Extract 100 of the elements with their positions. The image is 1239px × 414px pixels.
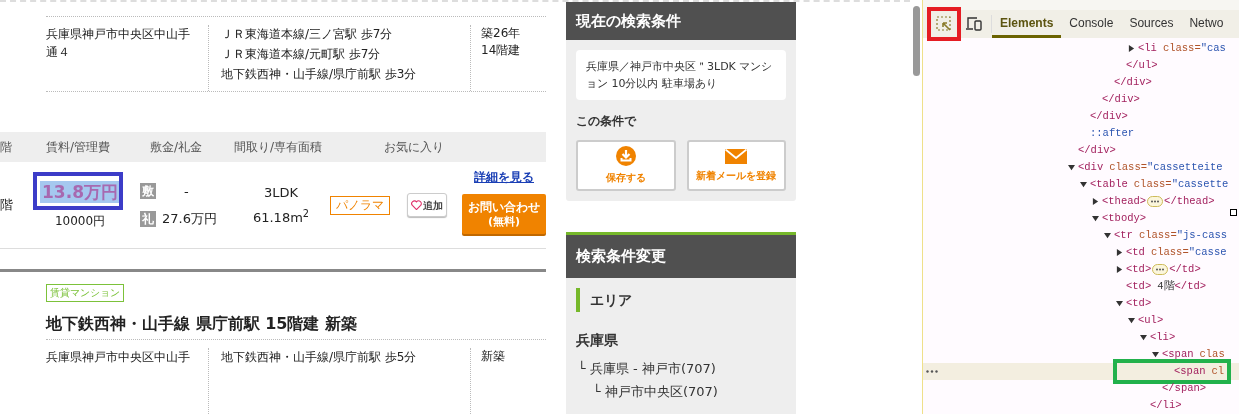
management-fee: 10000円: [54, 212, 106, 230]
tag-name: <div: [1078, 159, 1104, 175]
tag-name: <tbody>: [1102, 210, 1147, 226]
panorama-tag: パノラマ: [330, 195, 390, 215]
layout-text: 3LDK: [263, 183, 299, 202]
closing-tag: </thead>: [1164, 193, 1215, 210]
tag-name: <span: [1162, 346, 1194, 362]
closing-tag: </li>: [1150, 397, 1182, 414]
attribute-name: cl: [1211, 363, 1225, 379]
attribute-value: "js-cass: [1176, 227, 1228, 243]
tag-name: <ul>: [1138, 312, 1164, 328]
expanded-triangle-icon[interactable]: [1116, 300, 1123, 307]
collapsed-triangle-icon[interactable]: [1128, 45, 1135, 52]
station-text: ＪＲ東海道本線/元町駅 歩7分: [221, 45, 382, 63]
prefecture-heading: 兵庫県: [576, 331, 619, 350]
expanded-triangle-icon[interactable]: [1140, 334, 1147, 341]
station-text: ＪＲ東海道本線/三ノ宮駅 歩7分: [221, 25, 394, 43]
dom-line[interactable]: ::after: [923, 125, 1239, 142]
tag-name: <li: [1138, 40, 1157, 56]
dom-line[interactable]: </ul>: [923, 57, 1239, 74]
more-dots-icon[interactable]: [926, 370, 938, 373]
devtools-tab[interactable]: Elements: [992, 10, 1062, 38]
expanded-triangle-icon[interactable]: [1128, 317, 1135, 324]
tag-name: <td>: [1126, 295, 1152, 311]
collapsed-triangle-icon[interactable]: [1092, 198, 1099, 205]
attribute-name: class=: [1138, 227, 1177, 243]
dom-line[interactable]: <ul>: [923, 312, 1239, 329]
dom-line[interactable]: <td> </td>: [923, 261, 1239, 278]
dom-line[interactable]: </div>: [923, 142, 1239, 159]
devtools-tab[interactable]: Sources: [1121, 10, 1182, 38]
dom-line[interactable]: </div>: [923, 91, 1239, 108]
address-text: 兵庫県神戸市中央区中山手通４: [46, 25, 191, 61]
devtools-tab[interactable]: Console: [1061, 10, 1122, 38]
dom-line[interactable]: <span clas: [923, 346, 1239, 363]
attribute-name: class=: [1162, 40, 1201, 56]
dom-line[interactable]: <td class="casse: [923, 244, 1239, 261]
section-label: この条件で: [576, 113, 638, 130]
address-text: 兵庫県神戸市中央区中山手: [46, 348, 191, 366]
dom-line[interactable]: </div>: [923, 108, 1239, 125]
envelope-icon: [725, 148, 748, 164]
area-link[interactable]: └ 兵庫県 - 神戸市(707): [578, 357, 784, 380]
dom-line[interactable]: <td>: [923, 295, 1239, 312]
device-toolbar-icon[interactable]: [965, 17, 983, 31]
tag-name: <span: [1174, 363, 1206, 379]
dom-line[interactable]: <div class="cassetteite: [923, 159, 1239, 176]
download-icon: [615, 146, 636, 166]
dom-line[interactable]: <table class="cassette: [923, 176, 1239, 193]
ellipsis-icon[interactable]: [1147, 196, 1164, 207]
expanded-triangle-icon[interactable]: [1092, 215, 1099, 222]
detail-link[interactable]: 詳細を見る: [474, 168, 534, 187]
expanded-triangle-icon[interactable]: [1104, 232, 1111, 239]
dom-line[interactable]: </div>: [923, 74, 1239, 91]
property-title: 地下鉄西神・山手線 県庁前駅 15階建 新築: [46, 313, 358, 336]
station-text: 地下鉄西神・山手線/県庁前駅 歩3分: [221, 65, 418, 83]
dom-line[interactable]: <li>: [923, 329, 1239, 346]
closing-tag: </ul>: [1126, 57, 1158, 74]
inspect-icon: [936, 16, 952, 32]
attribute-name: clas: [1199, 346, 1225, 362]
dom-line[interactable]: <td> 4階</td>: [923, 278, 1239, 295]
column-header: 賃料/管理費: [46, 139, 112, 156]
station-text: 地下鉄西神・山手線/県庁前駅 歩5分: [221, 348, 418, 366]
tag-name: <td: [1126, 244, 1145, 260]
attribute-value: "cas: [1200, 40, 1226, 56]
column-header: 階: [0, 139, 13, 156]
closing-tag: </td>: [1169, 261, 1201, 278]
attribute-value: "cassette: [1171, 176, 1229, 192]
expanded-triangle-icon[interactable]: [1068, 164, 1075, 171]
collapsed-triangle-icon[interactable]: [1116, 266, 1123, 273]
building-info-text: 築26年: [481, 24, 522, 42]
dom-line[interactable]: <thead> </thead>: [923, 193, 1239, 210]
expanded-triangle-icon[interactable]: [1080, 181, 1087, 188]
devtools-tab[interactable]: Netwo: [1181, 10, 1232, 38]
scrollbar-thumb[interactable]: [912, 6, 920, 76]
dom-line[interactable]: <li class="cas: [923, 40, 1239, 57]
tag-name: <td>: [1126, 278, 1152, 294]
tag-name: <thead>: [1102, 193, 1147, 209]
dom-line[interactable]: </li>: [923, 397, 1239, 414]
text-content: 4階: [1157, 278, 1175, 294]
rent-price: 13.8万円: [40, 180, 120, 203]
category-tag: 賃貸マンション: [46, 284, 124, 303]
panel-header: 検索条件変更: [566, 232, 796, 278]
ellipsis-icon[interactable]: [1152, 264, 1169, 275]
section-heading: エリア: [590, 290, 632, 310]
dom-line[interactable]: <tr class="js-cass: [923, 227, 1239, 244]
attribute-name: class=: [1109, 159, 1148, 175]
resize-handle[interactable]: [1230, 209, 1237, 216]
attribute-value: "casse: [1188, 244, 1227, 260]
area-link[interactable]: └ 神戸市中央区(707): [593, 380, 784, 403]
deposit-badge: 敷: [140, 183, 156, 200]
dom-line[interactable]: </span>: [923, 380, 1239, 397]
dom-line[interactable]: <tbody>: [923, 210, 1239, 227]
add-favorite-button[interactable]: 追加: [407, 193, 447, 218]
closing-tag: </td>: [1174, 278, 1207, 295]
search-conditions-text: 兵庫県／神戸市中央区＂3LDK マンション 10分以内 駐車場あり: [576, 50, 786, 100]
column-header: お気に入り: [384, 139, 444, 156]
column-header: 敷金/礼金: [150, 139, 204, 156]
heart-icon: [411, 200, 422, 211]
collapsed-triangle-icon[interactable]: [1116, 249, 1123, 256]
building-info-text: 新築: [481, 347, 506, 365]
expanded-triangle-icon[interactable]: [1152, 351, 1159, 358]
